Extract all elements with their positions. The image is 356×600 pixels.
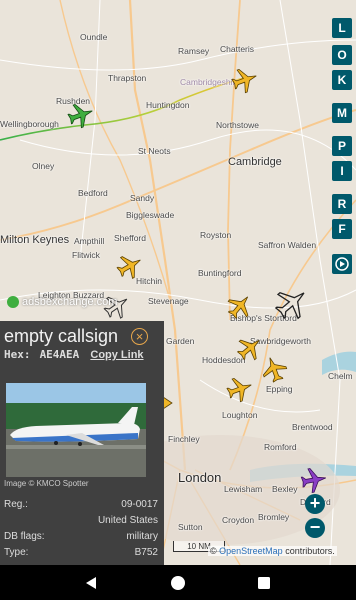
place-label: Olney [32,161,55,171]
place-label: St Neots [138,146,171,156]
place-label: Finchley [168,434,200,444]
place-label: Chelm [328,371,353,381]
place-label: Garden [166,336,195,346]
map-attribution: © OpenStreetMap contributors. [208,546,337,556]
callsign-title: empty callsign [4,326,119,346]
watermark-logo-icon [7,296,19,309]
place-label: Oundle [80,32,108,42]
place-label: Buntingford [198,268,242,278]
home-icon[interactable] [170,575,186,591]
place-label: Biggleswade [126,210,175,220]
zoom-in-button[interactable]: + [305,494,325,514]
aircraft-marker[interactable] [224,291,256,321]
layer-button-R[interactable]: R [332,194,352,214]
layer-button-K[interactable]: K [332,70,352,90]
place-label: Thrapston [108,73,147,83]
place-label: Ampthill [74,236,105,246]
reg-row: Reg.: 09-0017 [4,499,158,510]
place-label: Ramsey [178,46,210,56]
hex-label: Hex: [4,348,31,361]
replay-icon [335,257,349,271]
place-label: Epping [266,384,293,394]
hex-value: AE4AEA [39,348,80,361]
close-panel-button[interactable]: × [131,328,148,345]
place-label: Brentwood [292,422,333,432]
place-label: Saffron Walden [258,240,317,250]
place-label: Shefford [114,233,146,243]
place-label: Royston [200,230,232,240]
place-label: Flitwick [72,250,100,260]
place-label: Croydon [222,515,255,525]
place-label: Northstowe [216,120,259,130]
aircraft-photo[interactable] [6,383,146,477]
place-label: Bedford [78,188,108,198]
place-label: Stevenage [148,296,189,306]
layer-button-O[interactable]: O [332,45,352,65]
zoom-out-button[interactable]: − [305,518,325,538]
copy-link-button[interactable]: Copy Link [90,349,143,361]
type-row: Type: B752 [4,547,158,558]
aircraft-marker[interactable] [114,252,146,280]
place-label: Lewisham [224,484,263,494]
place-label: Bexley [272,484,298,494]
layer-button-L[interactable]: L [332,18,352,38]
place-label: London [178,470,222,485]
layer-button-I[interactable]: I [332,161,352,181]
place-label: Cambridge [228,156,282,168]
place-label: Milton Keynes [0,234,70,246]
aircraft-marker[interactable] [224,375,256,403]
place-label: Romford [264,442,297,452]
recents-icon[interactable] [257,576,271,590]
place-label: Loughton [222,410,258,420]
back-icon[interactable] [84,575,100,591]
place-label: Bromley [258,512,290,522]
place-label: Chatteris [220,44,255,54]
place-label: Sutton [178,522,203,532]
openstreetmap-link[interactable]: OpenStreetMap [219,546,283,556]
layer-button-F[interactable]: F [332,219,352,239]
aircraft-info-panel: empty callsign × Hex: AE4AEA Copy Link I… [0,321,164,565]
hex-row: Hex: AE4AEA Copy Link [4,348,144,361]
place-label: Sandy [130,193,155,203]
system-nav-bar [0,565,356,600]
replay-button[interactable] [332,254,352,274]
place-label: Wellingborough [0,119,59,129]
layer-button-M[interactable]: M [332,103,352,123]
aircraft-marker[interactable] [258,354,290,384]
aircraft-marker[interactable] [229,66,261,94]
aircraft-marker[interactable] [298,466,330,494]
photo-credit: Image © KMCO Spotter [4,479,89,488]
aircraft-marker[interactable] [272,285,312,321]
aircraft-marker[interactable] [64,100,98,130]
db-flags-row: DB flags: military [4,531,158,542]
layer-button-P[interactable]: P [332,136,352,156]
adsbexchange-watermark: adsbexchange.com [7,296,117,309]
place-label: Huntingdon [146,100,190,110]
